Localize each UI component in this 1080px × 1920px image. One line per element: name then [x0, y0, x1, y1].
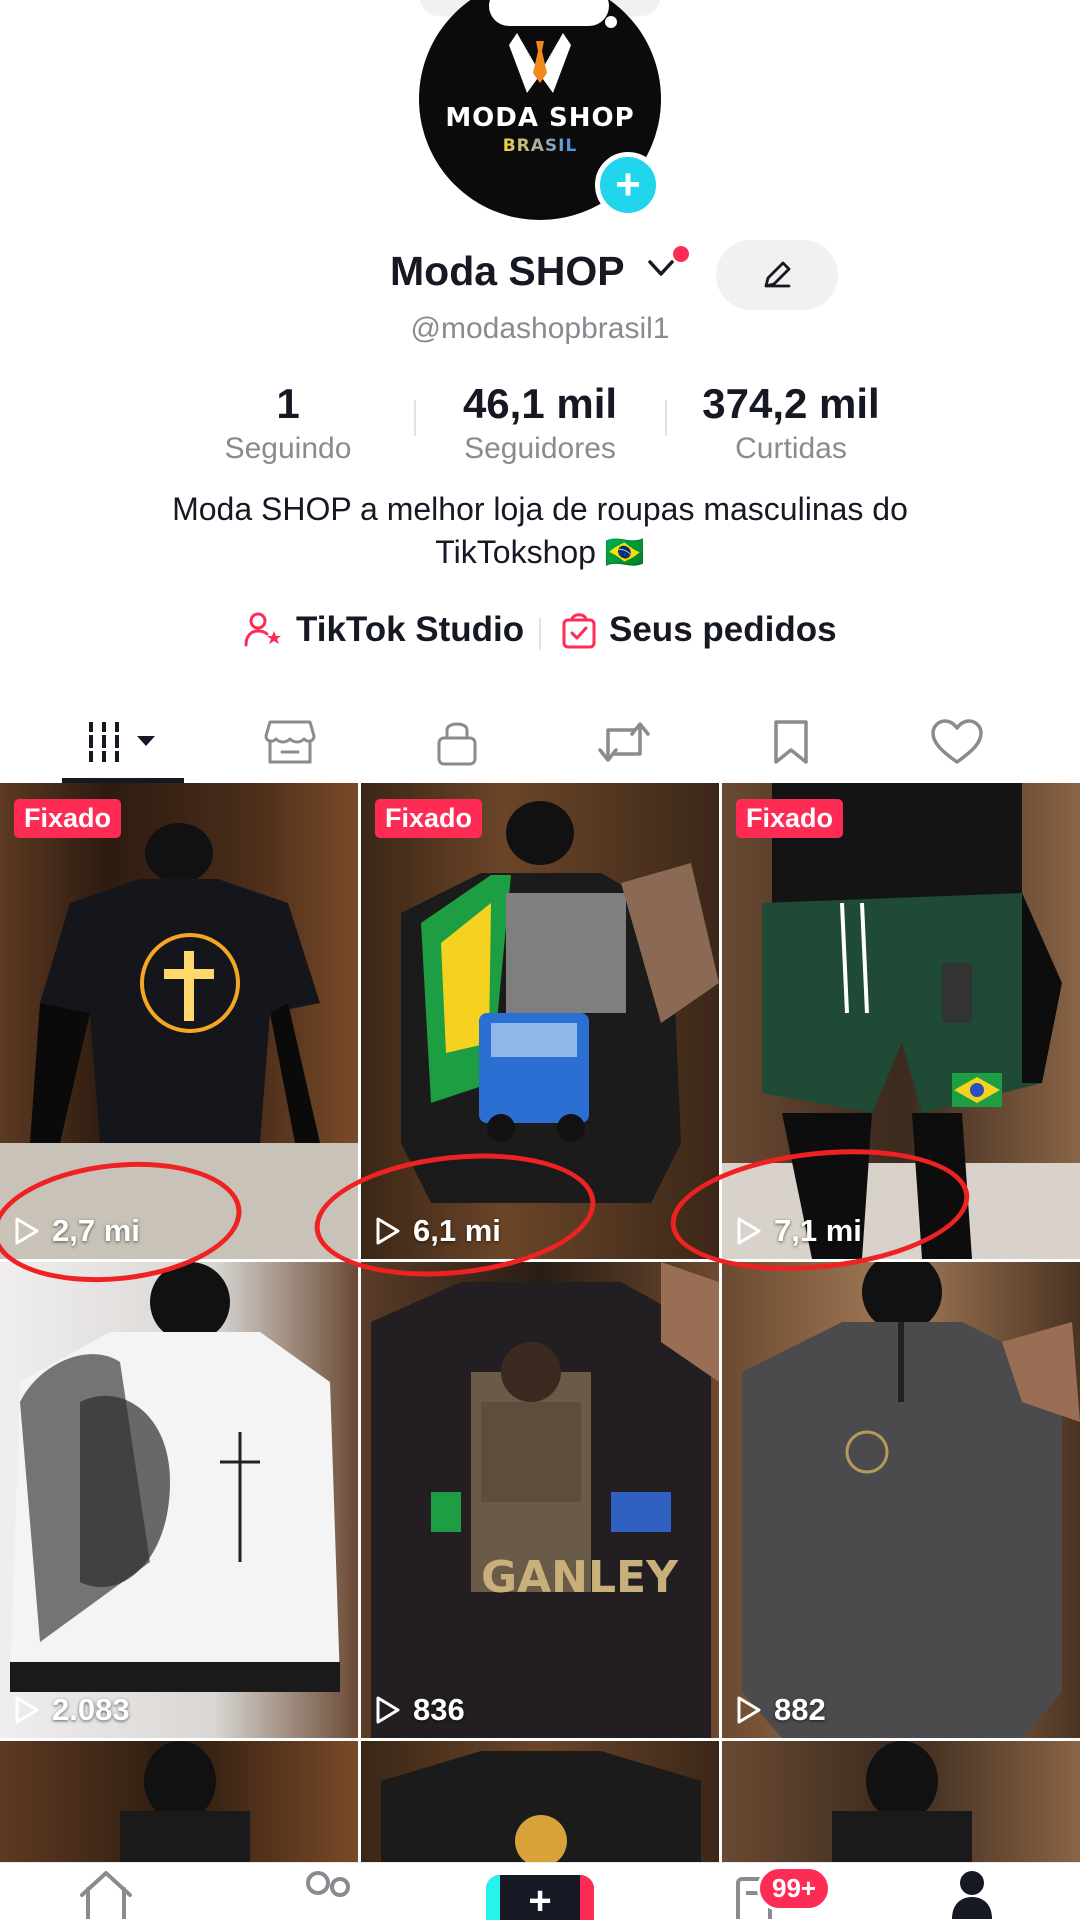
video-thumbnail[interactable]: 2.083 [0, 1262, 358, 1738]
grid-divider [358, 783, 361, 1883]
avatar-bubble [489, 0, 617, 28]
tab-favorites[interactable] [708, 700, 874, 784]
video-thumbnail[interactable]: GANLEY 836 [361, 1262, 719, 1738]
video-thumbnail[interactable] [0, 1741, 358, 1871]
zip-shirt-image [742, 1262, 1080, 1738]
profile-icon [952, 1871, 992, 1919]
stat-label: Curtidas [735, 432, 847, 465]
stat-label: Seguidores [464, 432, 616, 465]
tab-shop[interactable] [207, 700, 373, 784]
profile-bio: Moda SHOP a melhor loja de roupas mascul… [90, 488, 990, 574]
view-count-value: 2.083 [52, 1692, 130, 1727]
heart-icon [931, 719, 983, 764]
avatar-logo-text: MODA SHOP [445, 103, 635, 133]
tiktok-studio-label: TikTok Studio [296, 610, 525, 649]
inbox-badge: 99+ [757, 1866, 832, 1911]
profile-handle: @modashopbrasil1 [410, 312, 670, 345]
edit-profile-button[interactable] [716, 240, 838, 310]
videos-grid-icon [85, 722, 155, 762]
name-row: Moda SHOP [0, 240, 1080, 310]
tab-reposts[interactable] [541, 700, 707, 784]
friends-icon [306, 1871, 350, 1897]
view-count: 2.083 [14, 1692, 130, 1728]
mannequin-image [381, 1751, 701, 1871]
video-thumbnail[interactable]: 882 [722, 1262, 1080, 1738]
mannequin-image [120, 1741, 250, 1871]
play-icon [376, 1696, 400, 1724]
stat-value: 374,2 mil [702, 380, 880, 427]
pinned-badge: Fixado [14, 799, 122, 838]
tab-private[interactable] [374, 700, 540, 784]
suit-logo-icon [509, 33, 571, 93]
profile-tabs [0, 700, 1080, 784]
bookmark-icon [774, 720, 808, 764]
chevron-down-icon[interactable] [646, 256, 676, 282]
tab-videos[interactable] [40, 700, 206, 784]
view-count: 882 [736, 1692, 826, 1728]
tiktok-studio-link[interactable]: TikTok Studio [244, 610, 524, 650]
plus-icon: + [528, 1879, 552, 1920]
stat-value: 1 [276, 380, 300, 427]
add-story-button[interactable]: + [595, 152, 661, 218]
pinned-badge: Fixado [375, 799, 483, 838]
video-thumbnail[interactable] [361, 1741, 719, 1871]
stats-row: 1 Seguindo 46,1 mil Seguidores 374,2 mil… [0, 378, 1080, 468]
stat-value: 46,1 mil [462, 380, 618, 427]
stat-likes[interactable]: 374,2 mil Curtidas [666, 378, 916, 468]
nav-friends[interactable] [286, 1869, 366, 1920]
stat-following[interactable]: 1 Seguindo [163, 378, 413, 468]
profile-name[interactable]: Moda SHOP [390, 248, 625, 295]
shopping-bag-icon [561, 611, 597, 649]
mannequin-image [832, 1741, 972, 1871]
view-count: 836 [375, 1692, 465, 1728]
nav-profile[interactable] [932, 1869, 1012, 1920]
svg-text:GANLEY: GANLEY [481, 1552, 679, 1603]
orders-label: Seus pedidos [609, 610, 837, 649]
orders-link[interactable]: Seus pedidos [561, 610, 837, 650]
shop-icon [264, 720, 316, 764]
bottom-nav: + [0, 1862, 1080, 1920]
create-button[interactable]: + [486, 1875, 594, 1920]
view-count-value: 836 [413, 1692, 465, 1727]
home-icon [80, 1871, 132, 1919]
video-thumbnail[interactable] [722, 1741, 1080, 1871]
view-count-value: 882 [774, 1692, 826, 1727]
ganley-shirt-image: GANLEY [371, 1262, 719, 1738]
grid-divider [0, 1738, 1080, 1741]
play-icon [15, 1696, 39, 1724]
stat-label: Seguindo [224, 432, 352, 465]
lock-icon [437, 722, 477, 766]
pencil-icon [764, 261, 791, 288]
play-icon [737, 1696, 761, 1724]
repost-icon [598, 722, 650, 762]
links-divider [539, 618, 541, 650]
stat-followers[interactable]: 46,1 mil Seguidores [415, 378, 665, 468]
profile-links: TikTok Studio Seus pedidos [0, 610, 1080, 656]
pinned-badge: Fixado [736, 799, 844, 838]
nav-home[interactable] [66, 1869, 146, 1920]
studio-person-icon [244, 611, 284, 649]
bio-line: Moda SHOP a melhor loja de roupas mascul… [172, 491, 908, 527]
notification-dot [673, 246, 689, 262]
hoodie-image [10, 1262, 340, 1692]
bio-line: TikTokshop 🇧🇷 [435, 534, 645, 570]
grid-divider [719, 783, 722, 1883]
tab-liked[interactable] [874, 700, 1040, 784]
